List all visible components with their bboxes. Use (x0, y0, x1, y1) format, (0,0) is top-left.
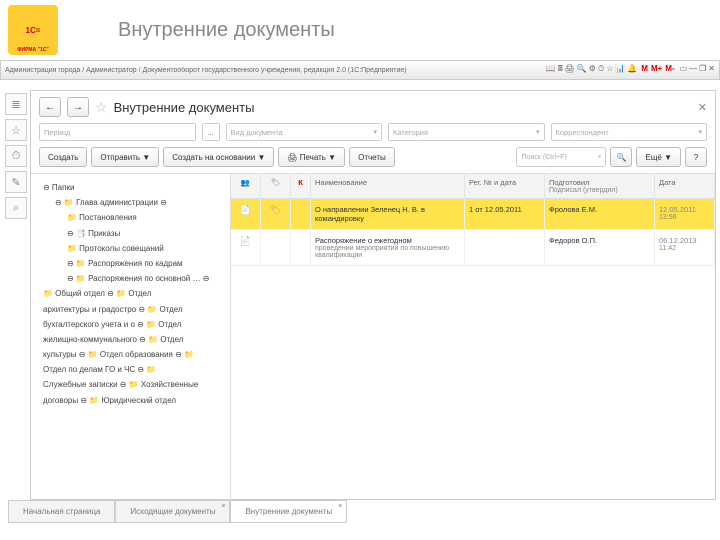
tab[interactable]: Внутренние документы× (230, 500, 347, 523)
left-rail: ≣ ☆ ⏱ ✎ ⌕ (5, 91, 31, 221)
folder-tree[interactable]: ⊖ Папки ⊖ 📁 Глава администрации ⊖ 📁 Пост… (31, 174, 231, 499)
create-button[interactable]: Создать (39, 147, 87, 167)
tab-close-icon[interactable]: × (338, 503, 342, 510)
search-button[interactable]: 🔍 (610, 147, 632, 167)
tree-node[interactable]: жилищно-коммунального ⊖ 📁 Отдел (35, 332, 226, 347)
tree-node[interactable]: договоры ⊖ 📁 Юридический отдел (35, 393, 226, 408)
search-input[interactable]: Поиск (Ctrl+F)× (516, 147, 606, 167)
rail-menu-icon[interactable]: ≣ (5, 93, 27, 115)
tree-node[interactable]: 📁 Протоколы совещаний (35, 241, 226, 256)
filter-correspondent[interactable]: Корреспондент▾ (551, 123, 708, 141)
app-title-bar: Администрация города / Администратор / Д… (0, 60, 720, 80)
filter-doc-type[interactable]: Вид документа▾ (226, 123, 383, 141)
rail-fav-icon[interactable]: ☆ (5, 119, 27, 141)
tree-node[interactable]: Служебные записки ⊖ 📁 Хозяйственные (35, 377, 226, 392)
main-frame: ≣ ☆ ⏱ ✎ ⌕ ← → ☆ Внутренние документы ✕ П… (30, 90, 716, 500)
print-button[interactable]: 🖨 Печать ▼ (278, 147, 345, 167)
tab-close-icon[interactable]: × (221, 503, 225, 510)
nav-back-button[interactable]: ← (39, 97, 61, 117)
document-grid: 👥 🏷 К Наименование Рег. № и дата Подгото… (231, 174, 715, 499)
reports-button[interactable]: Отчеты (349, 147, 395, 167)
table-row[interactable]: 📄Распоряжение о ежегодномпроведении меро… (231, 230, 715, 266)
favorite-icon[interactable]: ☆ (95, 99, 108, 116)
tree-node[interactable]: ⊖ 📑 Приказы (35, 226, 226, 241)
tree-node[interactable]: бухгалтерского учета и о ⊖ 📁 Отдел (35, 317, 226, 332)
send-button[interactable]: Отправить ▼ (91, 147, 159, 167)
titlebar-icons: 📖🖩🖨🔍⚙⏱☆📊🔔 MM+M- ▭—❐✕ (544, 63, 715, 77)
tree-node[interactable]: ⊖ 📁 Распоряжения по основной … ⊖ (35, 271, 226, 286)
bottom-tabs: Начальная страницаИсходящие документы×Вн… (8, 500, 347, 523)
minimize-icon[interactable]: ▭ (680, 64, 688, 73)
frame-close-icon[interactable]: ✕ (698, 101, 707, 114)
tree-node[interactable]: ⊖ Папки (35, 180, 226, 195)
logo: 1С=ФИРМА "1С" (8, 5, 58, 55)
more-button[interactable]: Ещё ▼ (636, 147, 681, 167)
tab[interactable]: Начальная страница (8, 500, 115, 523)
frame-title: Внутренние документы (114, 100, 255, 115)
maximize-icon[interactable]: — (689, 64, 697, 73)
tree-node[interactable]: ⊖ 📁 Глава администрации ⊖ (35, 195, 226, 210)
table-row[interactable]: 📄🏷О направлении Зеленец Н. В. в командир… (231, 199, 715, 230)
close-icon[interactable]: ✕ (708, 64, 715, 73)
breadcrumb: Администрация города / Администратор / Д… (5, 67, 544, 74)
tree-node[interactable]: Отдел по делам ГО и ЧС ⊖ 📁 (35, 362, 226, 377)
grid-header: 👥 🏷 К Наименование Рег. № и дата Подгото… (231, 174, 715, 199)
tree-node[interactable]: культуры ⊖ 📁 Отдел образования ⊖ 📁 (35, 347, 226, 362)
rail-search-icon[interactable]: ⌕ (5, 197, 27, 219)
filter-period-more[interactable]: ... (202, 123, 220, 141)
create-based-button[interactable]: Создать на основании ▼ (163, 147, 274, 167)
tree-node[interactable]: 📁 Постановления (35, 210, 226, 225)
tab[interactable]: Исходящие документы× (115, 500, 230, 523)
filter-period[interactable]: Период (39, 123, 196, 141)
nav-fwd-button[interactable]: → (67, 97, 89, 117)
rail-edit-icon[interactable]: ✎ (5, 171, 27, 193)
rail-history-icon[interactable]: ⏱ (5, 145, 27, 167)
tree-node[interactable]: ⊖ 📁 Распоряжения по кадрам (35, 256, 226, 271)
restore-icon[interactable]: ❐ (699, 64, 706, 73)
filter-category[interactable]: Категория▾ (388, 123, 545, 141)
tree-node[interactable]: архитектуры и градостро ⊖ 📁 Отдел (35, 302, 226, 317)
help-button[interactable]: ? (685, 147, 707, 167)
page-title: Внутренние документы (118, 19, 335, 42)
tree-node[interactable]: 📁 Общий отдел ⊖ 📁 Отдел (35, 286, 226, 301)
